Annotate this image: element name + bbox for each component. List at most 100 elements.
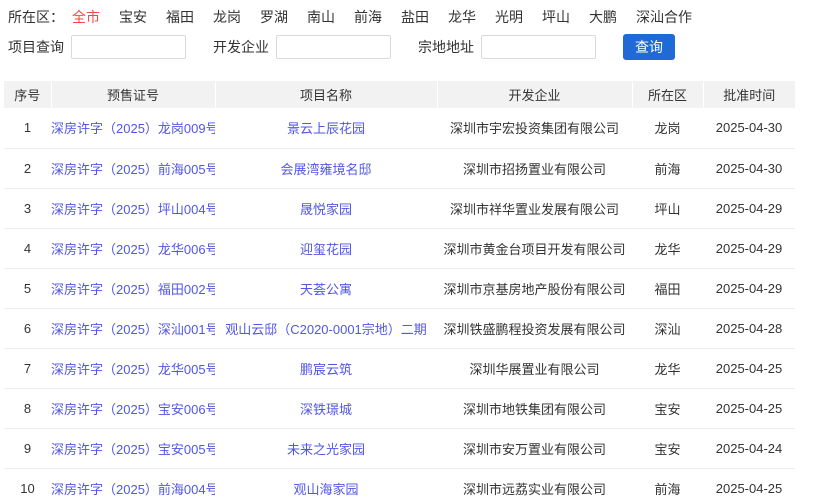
cell-district: 深汕 bbox=[632, 308, 703, 348]
cell: 鹏宸云筑 bbox=[215, 348, 437, 388]
project-name-link[interactable]: 鹏宸云筑 bbox=[300, 362, 352, 377]
cell-developer: 深圳市安万置业有限公司 bbox=[437, 428, 632, 468]
permit-no-link[interactable]: 深房许字（2025）福田002号 bbox=[51, 282, 215, 297]
developer-search-group: 开发企业 bbox=[213, 35, 391, 59]
permit-no-link[interactable]: 深房许字（2025）坪山004号 bbox=[51, 202, 215, 217]
district-item-1[interactable]: 宝安 bbox=[119, 7, 147, 27]
cell-district: 宝安 bbox=[632, 388, 703, 428]
table-row: 10深房许字（2025）前海004号观山海家园深圳市远荔实业有限公司前海2025… bbox=[4, 468, 795, 504]
cell-district: 宝安 bbox=[632, 428, 703, 468]
permit-no-link[interactable]: 深房许字（2025）龙岗009号 bbox=[51, 121, 215, 136]
cell-developer: 深圳市宇宏投资集团有限公司 bbox=[437, 108, 632, 148]
cell-developer: 深圳市远荔实业有限公司 bbox=[437, 468, 632, 504]
district-item-3[interactable]: 龙岗 bbox=[213, 7, 241, 27]
permit-no-link[interactable]: 深房许字（2025）前海004号 bbox=[51, 482, 215, 497]
cell: 深房许字（2025）深汕001号 bbox=[51, 308, 215, 348]
cell-index: 3 bbox=[4, 188, 51, 228]
cell: 迎玺花园 bbox=[215, 228, 437, 268]
col-header-permit-no: 预售证号 bbox=[51, 81, 215, 108]
table-header: 序号 预售证号 项目名称 开发企业 所在区 批准时间 bbox=[4, 81, 795, 108]
cell: 会展湾雍境名邸 bbox=[215, 148, 437, 188]
query-button[interactable]: 查询 bbox=[623, 34, 675, 60]
table-row: 4深房许字（2025）龙华006号 迎玺花园 深圳市黄金台项目开发有限公司龙华202… bbox=[4, 228, 795, 268]
cell-district: 坪山 bbox=[632, 188, 703, 228]
district-item-0[interactable]: 全市 bbox=[72, 7, 100, 27]
developer-search-input[interactable] bbox=[276, 35, 391, 59]
cell: 天荟公寓 bbox=[215, 268, 437, 308]
cell-index: 9 bbox=[4, 428, 51, 468]
project-name-link[interactable]: 迎玺花园 bbox=[300, 242, 352, 257]
table-row: 6深房许字（2025）深汕001号观山云邸（C2020-0001宗地）二期深圳铁… bbox=[4, 308, 795, 348]
cell-developer: 深圳市黄金台项目开发有限公司 bbox=[437, 228, 632, 268]
parcel-address-input[interactable] bbox=[481, 35, 596, 59]
permit-no-link[interactable]: 深房许字（2025）宝安005号 bbox=[51, 442, 215, 457]
col-header-project-name: 项目名称 bbox=[215, 81, 437, 108]
project-search-input[interactable] bbox=[71, 35, 186, 59]
project-search-label: 项目查询 bbox=[8, 37, 64, 57]
cell-developer: 深圳市祥华置业发展有限公司 bbox=[437, 188, 632, 228]
cell-developer: 深圳市地铁集团有限公司 bbox=[437, 388, 632, 428]
district-item-7[interactable]: 盐田 bbox=[401, 7, 429, 27]
project-name-link[interactable]: 深铁璟城 bbox=[300, 402, 352, 417]
cell-approval-date: 2025-04-30 bbox=[703, 148, 795, 188]
cell: 深房许字（2025）前海005号 bbox=[51, 148, 215, 188]
table-row: 3深房许字（2025）坪山004号 晟悦家园 深圳市祥华置业发展有限公司坪山2025… bbox=[4, 188, 795, 228]
district-item-11[interactable]: 大鹏 bbox=[589, 7, 617, 27]
presale-permit-table: 序号 预售证号 项目名称 开发企业 所在区 批准时间 1深房许字（2025）龙岗… bbox=[4, 81, 795, 504]
cell: 未来之光家园 bbox=[215, 428, 437, 468]
cell: 晟悦家园 bbox=[215, 188, 437, 228]
cell-index: 7 bbox=[4, 348, 51, 388]
cell: 深房许字（2025）宝安006号 bbox=[51, 388, 215, 428]
col-header-developer: 开发企业 bbox=[437, 81, 632, 108]
permit-no-link[interactable]: 深房许字（2025）深汕001号 bbox=[51, 322, 215, 337]
cell-approval-date: 2025-04-28 bbox=[703, 308, 795, 348]
table-row: 9深房许字（2025）宝安005号未来之光家园深圳市安万置业有限公司宝安2025… bbox=[4, 428, 795, 468]
district-filter-label: 所在区： bbox=[8, 7, 64, 27]
cell-approval-date: 2025-04-29 bbox=[703, 188, 795, 228]
district-item-4[interactable]: 罗湖 bbox=[260, 7, 288, 27]
project-name-link[interactable]: 景云上辰花园 bbox=[287, 121, 365, 136]
project-search-group: 项目查询 bbox=[8, 35, 186, 59]
col-header-approval-date: 批准时间 bbox=[703, 81, 795, 108]
cell-district: 龙华 bbox=[632, 348, 703, 388]
project-name-link[interactable]: 晟悦家园 bbox=[300, 202, 352, 217]
cell-district: 福田 bbox=[632, 268, 703, 308]
district-item-8[interactable]: 龙华 bbox=[448, 7, 476, 27]
project-name-link[interactable]: 观山海家园 bbox=[293, 482, 358, 497]
table-row: 1深房许字（2025）龙岗009号景云上辰花园深圳市宇宏投资集团有限公司龙岗20… bbox=[4, 108, 795, 148]
district-item-9[interactable]: 光明 bbox=[495, 7, 523, 27]
project-name-link[interactable]: 会展湾雍境名邸 bbox=[280, 162, 371, 177]
table-row: 8深房许字（2025）宝安006号深铁璟城深圳市地铁集团有限公司宝安2025-0… bbox=[4, 388, 795, 428]
cell-index: 4 bbox=[4, 228, 51, 268]
cell: 深房许字（2025）龙岗009号 bbox=[51, 108, 215, 148]
project-name-link[interactable]: 观山云邸（C2020-0001宗地）二期 bbox=[225, 322, 427, 337]
cell-developer: 深圳市招扬置业有限公司 bbox=[437, 148, 632, 188]
project-name-link[interactable]: 天荟公寓 bbox=[300, 282, 352, 297]
cell-index: 10 bbox=[4, 468, 51, 504]
cell: 深房许字（2025）龙华005号 bbox=[51, 348, 215, 388]
cell-district: 龙华 bbox=[632, 228, 703, 268]
district-item-6[interactable]: 前海 bbox=[354, 7, 382, 27]
parcel-address-group: 宗地地址 bbox=[418, 35, 596, 59]
district-item-5[interactable]: 南山 bbox=[307, 7, 335, 27]
cell-district: 龙岗 bbox=[632, 108, 703, 148]
col-header-district: 所在区 bbox=[632, 81, 703, 108]
district-item-2[interactable]: 福田 bbox=[166, 7, 194, 27]
cell-approval-date: 2025-04-30 bbox=[703, 108, 795, 148]
permit-no-link[interactable]: 深房许字（2025）龙华006号 bbox=[51, 242, 215, 257]
cell-developer: 深圳华展置业有限公司 bbox=[437, 348, 632, 388]
cell-approval-date: 2025-04-25 bbox=[703, 468, 795, 504]
permit-no-link[interactable]: 深房许字（2025）前海005号 bbox=[51, 162, 215, 177]
permit-no-link[interactable]: 深房许字（2025）龙华005号 bbox=[51, 362, 215, 377]
col-header-index: 序号 bbox=[4, 81, 51, 108]
cell-index: 2 bbox=[4, 148, 51, 188]
district-item-12[interactable]: 深汕合作 bbox=[636, 7, 692, 27]
cell: 深房许字（2025）龙华006号 bbox=[51, 228, 215, 268]
district-item-10[interactable]: 坪山 bbox=[542, 7, 570, 27]
cell-developer: 深圳铁盛鹏程投资发展有限公司 bbox=[437, 308, 632, 348]
permit-no-link[interactable]: 深房许字（2025）宝安006号 bbox=[51, 402, 215, 417]
cell-approval-date: 2025-04-29 bbox=[703, 228, 795, 268]
project-name-link[interactable]: 未来之光家园 bbox=[287, 442, 365, 457]
district-filter-items: 全市宝安福田龙岗罗湖南山前海盐田龙华光明坪山大鹏深汕合作 bbox=[72, 7, 692, 27]
cell: 深房许字（2025）福田002号 bbox=[51, 268, 215, 308]
